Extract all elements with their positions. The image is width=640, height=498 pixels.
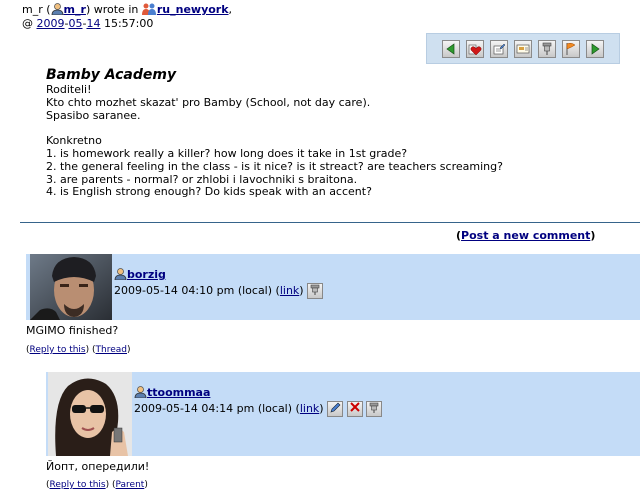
comment-link[interactable]: link [300,402,319,415]
post-byline: m_r (m_r) wrote in ru_newyork, [22,3,233,16]
next-arrow-icon[interactable] [586,39,604,58]
commenter-username[interactable]: borzig [127,268,166,281]
at-symbol: @ [22,17,33,30]
comment-link[interactable]: link [280,284,299,297]
reply-link[interactable]: Reply to this [50,480,106,490]
commenter-username[interactable]: ttoommaa [147,386,210,399]
delete-comment-button[interactable] [346,401,363,417]
post-line: Roditeli! [46,83,92,96]
author-plain-name: m_r [22,3,43,16]
flag-icon[interactable] [562,39,580,58]
post-line: Kto chto mozhet skazat' pro Bamby (Schoo… [46,95,371,109]
user-icon[interactable] [51,3,64,15]
post-toolbar [426,33,620,64]
date-month-link[interactable]: 05 [68,17,82,30]
comment-meta: borzig 2009-05-14 04:10 pm (local) (link… [114,268,324,299]
divider [20,222,640,223]
post-date: @ 2009-05-14 15:57:00 [22,17,154,30]
parent-link[interactable]: Parent [116,480,145,490]
comment-links: (Reply to this) (Parent) [46,480,148,490]
post-line: Spasibo saranee. [46,108,141,122]
post-header: m_r (m_r) wrote in ru_newyork, @ 2009-05… [22,3,232,31]
track-icon[interactable] [538,39,556,58]
user-icon[interactable] [134,386,147,398]
user-icon[interactable] [114,268,127,280]
author-link[interactable]: m_r [64,3,86,16]
post-body: Bamby Academy Roditeli! Kto chto mozhet … [46,66,503,199]
post-new-comment-link[interactable]: Post a new comment [461,229,590,242]
comment-timestamp: 2009-05-14 04:14 pm (local) [134,402,293,415]
community-link[interactable]: ru_newyork [157,3,229,16]
prev-arrow-icon[interactable] [442,39,460,58]
comment-meta: ttoommaa 2009-05-14 04:14 pm (local) (li… [134,386,383,417]
tell-a-friend-icon[interactable] [514,39,532,58]
comment-timestamp: 2009-05-14 04:10 pm (local) [114,284,273,297]
comment-text: MGIMO finished? [26,324,119,337]
date-year-link[interactable]: 2009 [37,17,65,30]
edit-comment-button[interactable] [327,401,344,417]
edit-tags-icon[interactable] [490,39,508,58]
avatar[interactable] [48,372,132,456]
community-icon[interactable] [141,3,157,15]
comment-links: (Reply to this) (Thread) [26,345,131,355]
reply-link[interactable]: Reply to this [30,345,86,355]
post-line: 2. the general feeling in the class - is… [46,159,503,173]
post-title: Bamby Academy [46,67,177,83]
post-line: 1. is homework really a killer? how long… [46,146,408,160]
memories-heart-icon[interactable] [466,39,484,58]
post-line: 4. is English strong enough? Do kids spe… [46,185,372,199]
wrote-in-text: wrote in [93,3,139,16]
thread-link[interactable]: Thread [96,345,127,355]
post-line [46,122,503,135]
avatar[interactable] [30,254,112,320]
track-comment-button[interactable] [366,401,383,417]
track-comment-button[interactable] [307,283,324,299]
post-time: 15:57:00 [103,17,154,30]
date-day-link[interactable]: 14 [86,17,100,30]
post-new-comment: (Post a new comment) [456,229,596,242]
comment-text: Йопт, опередили! [46,460,150,473]
